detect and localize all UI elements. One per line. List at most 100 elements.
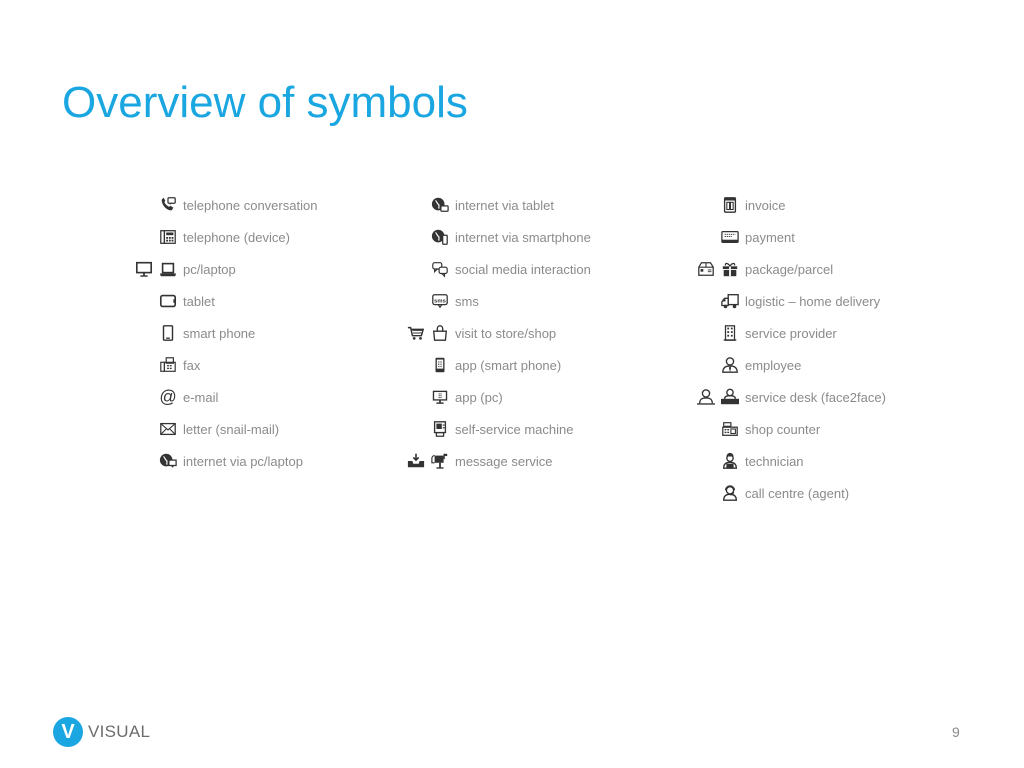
symbol-icons	[100, 228, 183, 246]
symbol-icons	[100, 356, 183, 374]
symbols-column-3: invoice payment package/parcel logistic – h…	[662, 189, 886, 509]
globe-smartphone-icon	[431, 229, 448, 245]
laptop-icon	[159, 262, 177, 277]
kiosk-icon	[433, 421, 447, 437]
symbol-label: smart phone	[183, 325, 256, 341]
symbol-icons	[100, 324, 183, 342]
symbol-row: internet via pc/laptop	[100, 445, 317, 477]
symbol-label: package/parcel	[745, 261, 834, 277]
cash-register-icon	[722, 422, 738, 436]
symbol-label: visit to store/shop	[455, 325, 557, 341]
person-tie-icon	[722, 357, 738, 373]
gift-icon	[722, 262, 738, 277]
symbol-icons	[372, 260, 455, 278]
symbol-icons	[372, 324, 455, 342]
symbol-label: sms	[455, 293, 479, 309]
symbol-row: payment	[662, 221, 886, 253]
phone-app-icon	[435, 357, 445, 373]
smartphone-icon	[162, 325, 174, 341]
symbol-label: internet via tablet	[455, 197, 555, 213]
logo-mark: V	[53, 717, 83, 747]
shopping-cart-icon	[407, 326, 425, 340]
symbol-icons	[662, 452, 745, 470]
symbol-row: letter (snail-mail)	[100, 413, 317, 445]
symbol-row: internet via tablet	[372, 189, 591, 221]
symbol-label: telephone conversation	[183, 197, 318, 213]
symbol-icons	[100, 196, 183, 214]
symbol-icons	[662, 420, 745, 438]
at-sign-icon: @	[159, 388, 176, 406]
symbol-row: package/parcel	[662, 253, 886, 285]
symbol-row: internet via smartphone	[372, 221, 591, 253]
truck-icon	[721, 294, 739, 309]
symbol-label: telephone (device)	[183, 229, 290, 245]
symbol-row: call centre (agent)	[662, 477, 886, 509]
symbol-row: fax	[100, 349, 317, 381]
invoice-icon	[723, 197, 737, 213]
symbol-row: social media interaction	[372, 253, 591, 285]
symbol-label: pc/laptop	[183, 261, 236, 277]
fax-icon	[160, 357, 176, 372]
mailbox-icon	[431, 453, 448, 469]
symbols-column-2: internet via tablet internet via smartpho…	[372, 189, 591, 477]
symbol-icons	[372, 388, 455, 406]
logo-text: VISUAL	[88, 722, 151, 741]
symbol-label: social media interaction	[455, 261, 591, 277]
symbol-icons	[372, 356, 455, 374]
symbol-row: smart phone	[100, 317, 317, 349]
symbol-icons	[100, 420, 183, 438]
phone-chat-icon	[161, 197, 176, 211]
slide-title: Overview of symbols	[62, 78, 468, 127]
tablet-icon	[159, 294, 177, 308]
symbol-row: self-service machine	[372, 413, 591, 445]
symbol-row: message service	[372, 445, 591, 477]
symbol-row: invoice	[662, 189, 886, 221]
symbol-icons: sms	[372, 292, 455, 310]
inbox-download-icon	[407, 453, 425, 468]
symbol-row: pc/laptop	[100, 253, 317, 285]
symbol-label: technician	[745, 453, 804, 469]
monitor-icon	[135, 261, 153, 277]
symbol-row: sms sms	[372, 285, 591, 317]
symbol-icons	[662, 324, 745, 342]
symbol-icons	[662, 196, 745, 214]
symbol-icons	[372, 228, 455, 246]
symbol-label: app (smart phone)	[455, 357, 562, 373]
symbol-label: letter (snail-mail)	[183, 421, 280, 437]
symbols-column-1: telephone conversation telephone (device)…	[100, 189, 317, 477]
symbol-row: telephone conversation	[100, 189, 317, 221]
symbol-icons	[662, 292, 745, 310]
technician-icon	[723, 452, 737, 469]
symbol-row: employee	[662, 349, 886, 381]
symbol-row: app (pc)	[372, 381, 591, 413]
symbol-icons	[662, 228, 745, 246]
symbol-row: technician	[662, 445, 886, 477]
symbol-label: call centre (agent)	[745, 485, 850, 501]
symbol-icons	[662, 260, 745, 278]
card-icon	[721, 230, 739, 244]
symbol-label: employee	[745, 357, 802, 373]
box-icon	[698, 262, 714, 276]
symbol-icons	[372, 420, 455, 438]
envelope-icon	[160, 422, 176, 436]
symbol-row: logistic – home delivery	[662, 285, 886, 317]
symbol-label: e-mail	[183, 389, 219, 405]
person-desk-icon	[721, 388, 739, 405]
symbol-label: shop counter	[745, 421, 821, 437]
symbol-icons	[372, 452, 455, 470]
symbol-row: telephone (device)	[100, 221, 317, 253]
symbol-row: @ e-mail	[100, 381, 317, 413]
symbol-icons	[662, 484, 745, 502]
symbol-icons	[662, 356, 745, 374]
symbol-row: shop counter	[662, 413, 886, 445]
symbol-label: internet via smartphone	[455, 229, 591, 245]
symbol-label: service desk (face2face)	[745, 389, 886, 405]
visual-logo: V VISUAL	[53, 717, 150, 747]
symbol-icons	[100, 452, 183, 470]
symbol-row: service provider	[662, 317, 886, 349]
symbol-icons: @	[100, 388, 183, 406]
symbol-row: app (smart phone)	[372, 349, 591, 381]
headset-agent-icon	[723, 485, 737, 501]
symbol-icons	[100, 260, 183, 278]
symbol-label: invoice	[745, 197, 786, 213]
